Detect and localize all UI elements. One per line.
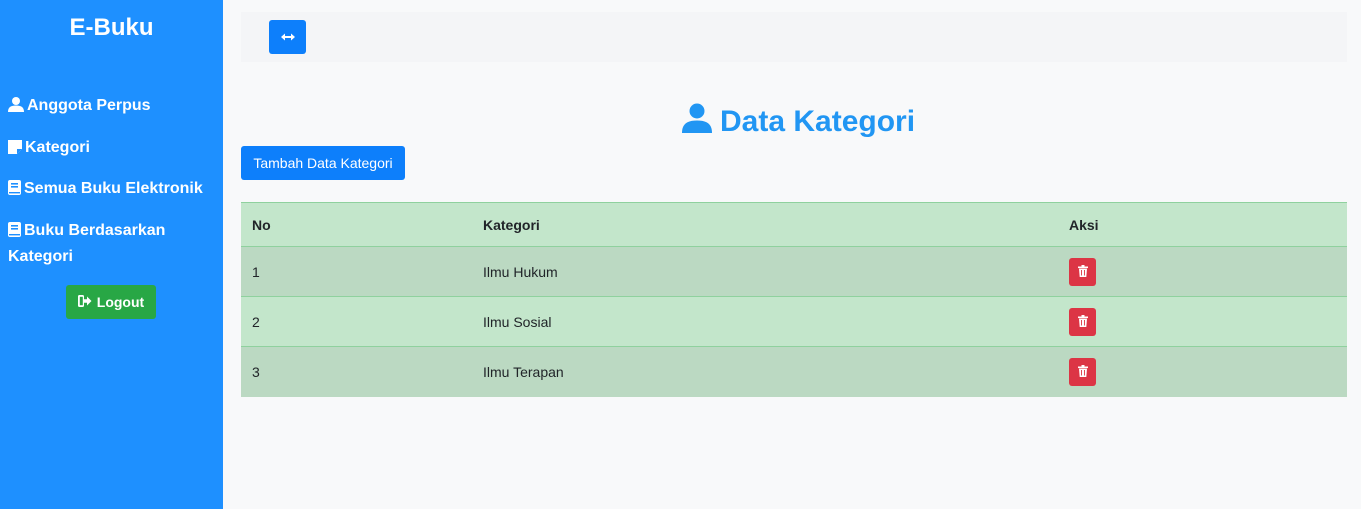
sidebar-item-label: Anggota Perpus [27, 97, 151, 114]
brand-title: E-Buku [69, 14, 154, 41]
sidebar-item-kategori[interactable]: Kategori [8, 136, 213, 162]
sidebar-item-label: Semua Buku Elektronik [24, 180, 203, 197]
user-icon [682, 103, 712, 141]
book-icon [8, 179, 21, 203]
delete-button[interactable] [1069, 257, 1096, 286]
page-title-text: Data Kategori [720, 105, 916, 138]
arrows-horizontal-icon [280, 28, 295, 46]
table-header-row: No Kategori Aksi [241, 202, 1347, 247]
cell-aksi [1058, 346, 1347, 397]
book-icon [8, 221, 21, 245]
topbar [241, 12, 1347, 62]
table-row: 3 Ilmu Terapan [241, 346, 1347, 397]
add-category-button[interactable]: Tambah Data Kategori [241, 146, 405, 180]
sidebar-item-semua-buku[interactable]: Semua Buku Elektronik [8, 177, 213, 203]
sign-out-icon [77, 294, 92, 310]
trash-icon [1077, 314, 1088, 330]
sidebar: E-Buku Anggota Perpus Kategori Semua Buk… [0, 0, 223, 509]
note-icon [8, 138, 22, 162]
table-row: 2 Ilmu Sosial [241, 296, 1347, 347]
delete-button[interactable] [1069, 307, 1096, 336]
sidebar-item-label: Buku Berdasarkan Kategori [8, 222, 166, 265]
logout-button[interactable]: Logout [66, 285, 156, 319]
cell-aksi [1058, 246, 1347, 297]
table-row: 1 Ilmu Hukum [241, 246, 1347, 297]
cell-no: 3 [241, 346, 472, 397]
header-kategori: Kategori [472, 202, 1058, 247]
sidebar-toggle-button[interactable] [269, 20, 306, 54]
cell-aksi [1058, 296, 1347, 347]
sidebar-item-anggota-perpus[interactable]: Anggota Perpus [8, 94, 213, 120]
page-title: Data Kategori [682, 102, 915, 142]
delete-button[interactable] [1069, 357, 1096, 386]
trash-icon [1077, 364, 1088, 380]
cell-no: 2 [241, 296, 472, 347]
sidebar-item-label: Kategori [25, 139, 90, 156]
cell-kategori: Ilmu Terapan [472, 346, 1058, 397]
logout-label: Logout [96, 294, 145, 310]
cell-kategori: Ilmu Hukum [472, 246, 1058, 297]
sidebar-item-buku-kategori[interactable]: Buku Berdasarkan Kategori [8, 219, 213, 269]
header-aksi: Aksi [1058, 202, 1347, 247]
trash-icon [1077, 264, 1088, 280]
category-table: No Kategori Aksi 1 Ilmu Hukum 2 Ilmu Sos… [241, 202, 1347, 397]
cell-no: 1 [241, 246, 472, 297]
user-icon [8, 96, 24, 120]
header-no: No [241, 202, 472, 247]
cell-kategori: Ilmu Sosial [472, 296, 1058, 347]
